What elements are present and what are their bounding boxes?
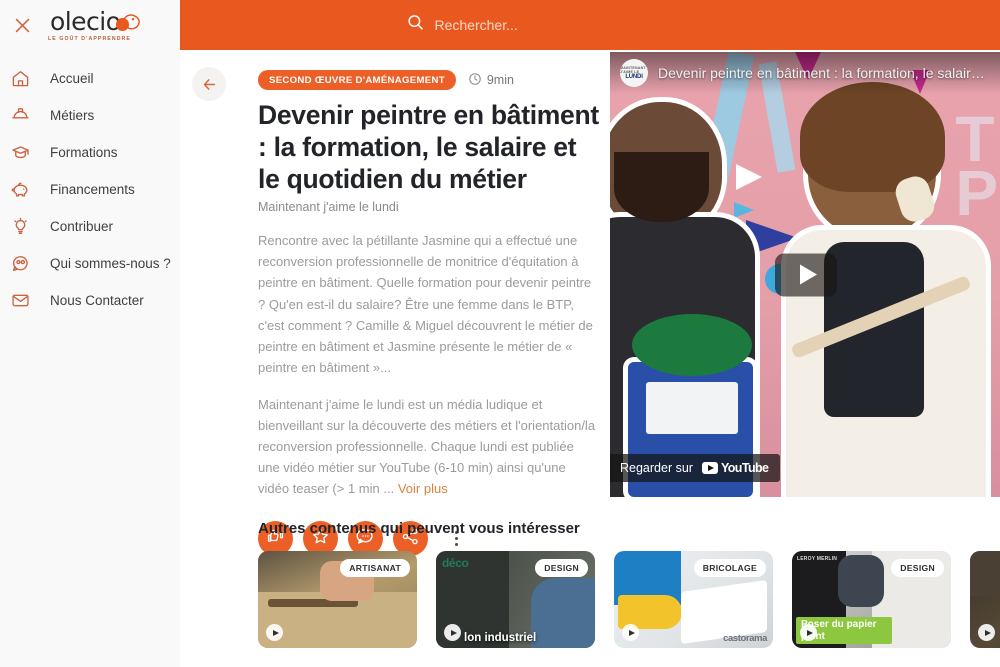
card-art-workshop-wall	[970, 551, 1000, 596]
paint-can-lid	[632, 314, 752, 376]
category-badge[interactable]: SECOND ŒUVRE D'AMÉNAGEMENT	[258, 70, 456, 90]
watch-on-youtube-button[interactable]: Regarder sur YouTube	[610, 454, 781, 482]
play-icon[interactable]	[444, 624, 461, 641]
card-brand: LEROY MERLIN	[797, 556, 838, 562]
youtube-wordmark: YouTube	[720, 461, 769, 475]
sidebar-item-label: Formations	[50, 145, 118, 160]
sidebar-item-label: Qui sommes-nous ?	[50, 256, 171, 271]
video-title[interactable]: Devenir peintre en bâtiment : la formati…	[658, 65, 992, 81]
sidebar-nav: Accueil Métiers Formations Financements …	[0, 60, 180, 319]
home-icon	[6, 65, 34, 93]
sidebar: olecio LE GOÛT D'APPRENDRE Accueil Métie…	[0, 0, 180, 667]
search-input[interactable]	[434, 17, 775, 33]
app-root: olecio LE GOÛT D'APPRENDRE Accueil Métie…	[0, 0, 1000, 667]
search-box[interactable]	[406, 13, 775, 37]
clock-icon	[468, 72, 482, 89]
search-icon	[406, 13, 425, 37]
card-tag: BRICOLAGE	[693, 559, 766, 577]
close-icon[interactable]	[6, 9, 38, 41]
sidebar-item-contribuer[interactable]: Contribuer	[0, 208, 180, 245]
lightbulb-icon	[6, 213, 34, 241]
channel-avatar-line1: MAINTENANT J'AIME LE	[620, 66, 646, 74]
decor-letter-t: TP	[955, 103, 998, 230]
recommendation-card[interactable]: castorama BRICOLAGE	[614, 551, 773, 648]
channel-avatar[interactable]: MAINTENANT J'AIME LE LUNDI	[620, 59, 648, 87]
recommendation-card[interactable]: ARTISANAT	[258, 551, 417, 648]
sidebar-item-formations[interactable]: Formations	[0, 134, 180, 171]
logo-text: olecio	[49, 6, 121, 36]
youtube-play-box	[701, 462, 718, 474]
logo[interactable]: olecio LE GOÛT D'APPRENDRE	[48, 6, 140, 42]
read-time-label: 9min	[486, 73, 514, 87]
recommendations-heading: Autres contenus qui peuvent vous intéres…	[258, 520, 580, 537]
back-button[interactable]	[192, 67, 226, 101]
hard-hat-icon	[6, 102, 34, 130]
recommendation-card[interactable]: LEROY MERLIN Poser du papier peint DESIG…	[792, 551, 951, 648]
sidebar-item-label: Nous Contacter	[50, 293, 144, 308]
sidebar-item-accueil[interactable]: Accueil	[0, 60, 180, 97]
sidebar-item-label: Métiers	[50, 108, 95, 123]
logo-bird-icon	[123, 13, 140, 30]
recommendations-section: Autres contenus qui peuvent vous intéres…	[180, 520, 1000, 648]
play-triangle	[799, 264, 817, 285]
decor-triangle-cyan	[734, 202, 754, 218]
decor-triangle-white	[736, 164, 762, 190]
youtube-logo-icon: YouTube	[701, 461, 769, 475]
sidebar-item-nous-contacter[interactable]: Nous Contacter	[0, 282, 180, 319]
play-icon[interactable]	[800, 624, 817, 641]
play-icon[interactable]	[978, 624, 995, 641]
video-header-bar: MAINTENANT J'AIME LE LUNDI Devenir peint…	[610, 52, 1000, 94]
envelope-icon	[6, 287, 34, 315]
person-right-hair	[800, 82, 945, 192]
page-title: Devenir peintre en bâtiment : la formati…	[258, 100, 599, 194]
logo-tagline: LE GOÛT D'APPRENDRE	[48, 35, 131, 42]
person-left-beard	[614, 152, 709, 222]
sidebar-item-metiers[interactable]: Métiers	[0, 97, 180, 134]
play-icon[interactable]	[622, 624, 639, 641]
piggy-bank-icon	[6, 176, 34, 204]
card-tag: DESIGN	[535, 559, 588, 577]
channel-avatar-line2: LUNDI	[625, 74, 643, 80]
main-area: SECOND ŒUVRE D'AMÉNAGEMENT 9min Devenir …	[180, 0, 1000, 667]
play-icon[interactable]	[266, 624, 283, 641]
sidebar-item-qui-sommes-nous[interactable]: Qui sommes-nous ?	[0, 245, 180, 282]
card-tag: ARTISANAT	[340, 559, 410, 577]
watch-label: Regarder sur	[620, 461, 693, 475]
recommendations-card-row: ARTISANAT déco DESIGN lon industriel cas…	[258, 551, 1000, 648]
card-tag: DESIGN	[891, 559, 944, 577]
read-time: 9min	[468, 72, 514, 89]
recommendation-card[interactable]	[970, 551, 1000, 648]
card-brand: déco	[442, 556, 469, 570]
recommendation-card[interactable]: déco DESIGN lon industriel	[436, 551, 595, 648]
card-art-worker	[838, 555, 884, 607]
sidebar-header: olecio LE GOÛT D'APPRENDRE	[0, 0, 180, 50]
top-search-bar	[180, 0, 1000, 50]
sidebar-item-label: Accueil	[50, 71, 94, 86]
sidebar-item-label: Contribuer	[50, 219, 114, 234]
read-more-link[interactable]: Voir plus	[398, 481, 448, 496]
people-chat-icon	[6, 250, 34, 278]
article-paragraph-2: Maintenant j'aime le lundi est un média …	[258, 394, 598, 499]
content-scroll-area: SECOND ŒUVRE D'AMÉNAGEMENT 9min Devenir …	[180, 50, 1000, 667]
card-brand: castorama	[723, 633, 767, 644]
paint-can-label	[646, 382, 738, 434]
article-paragraph-1: Rencontre avec la pétillante Jasmine qui…	[258, 233, 593, 375]
sidebar-item-label: Financements	[50, 182, 135, 197]
video-player[interactable]: TP MAINTENANT J'AIME LE LUNDI Devenir pe…	[610, 52, 1000, 497]
sidebar-item-financements[interactable]: Financements	[0, 171, 180, 208]
graduation-cap-icon	[6, 139, 34, 167]
play-icon[interactable]	[775, 253, 837, 296]
logo-wordmark: olecio	[49, 6, 140, 36]
